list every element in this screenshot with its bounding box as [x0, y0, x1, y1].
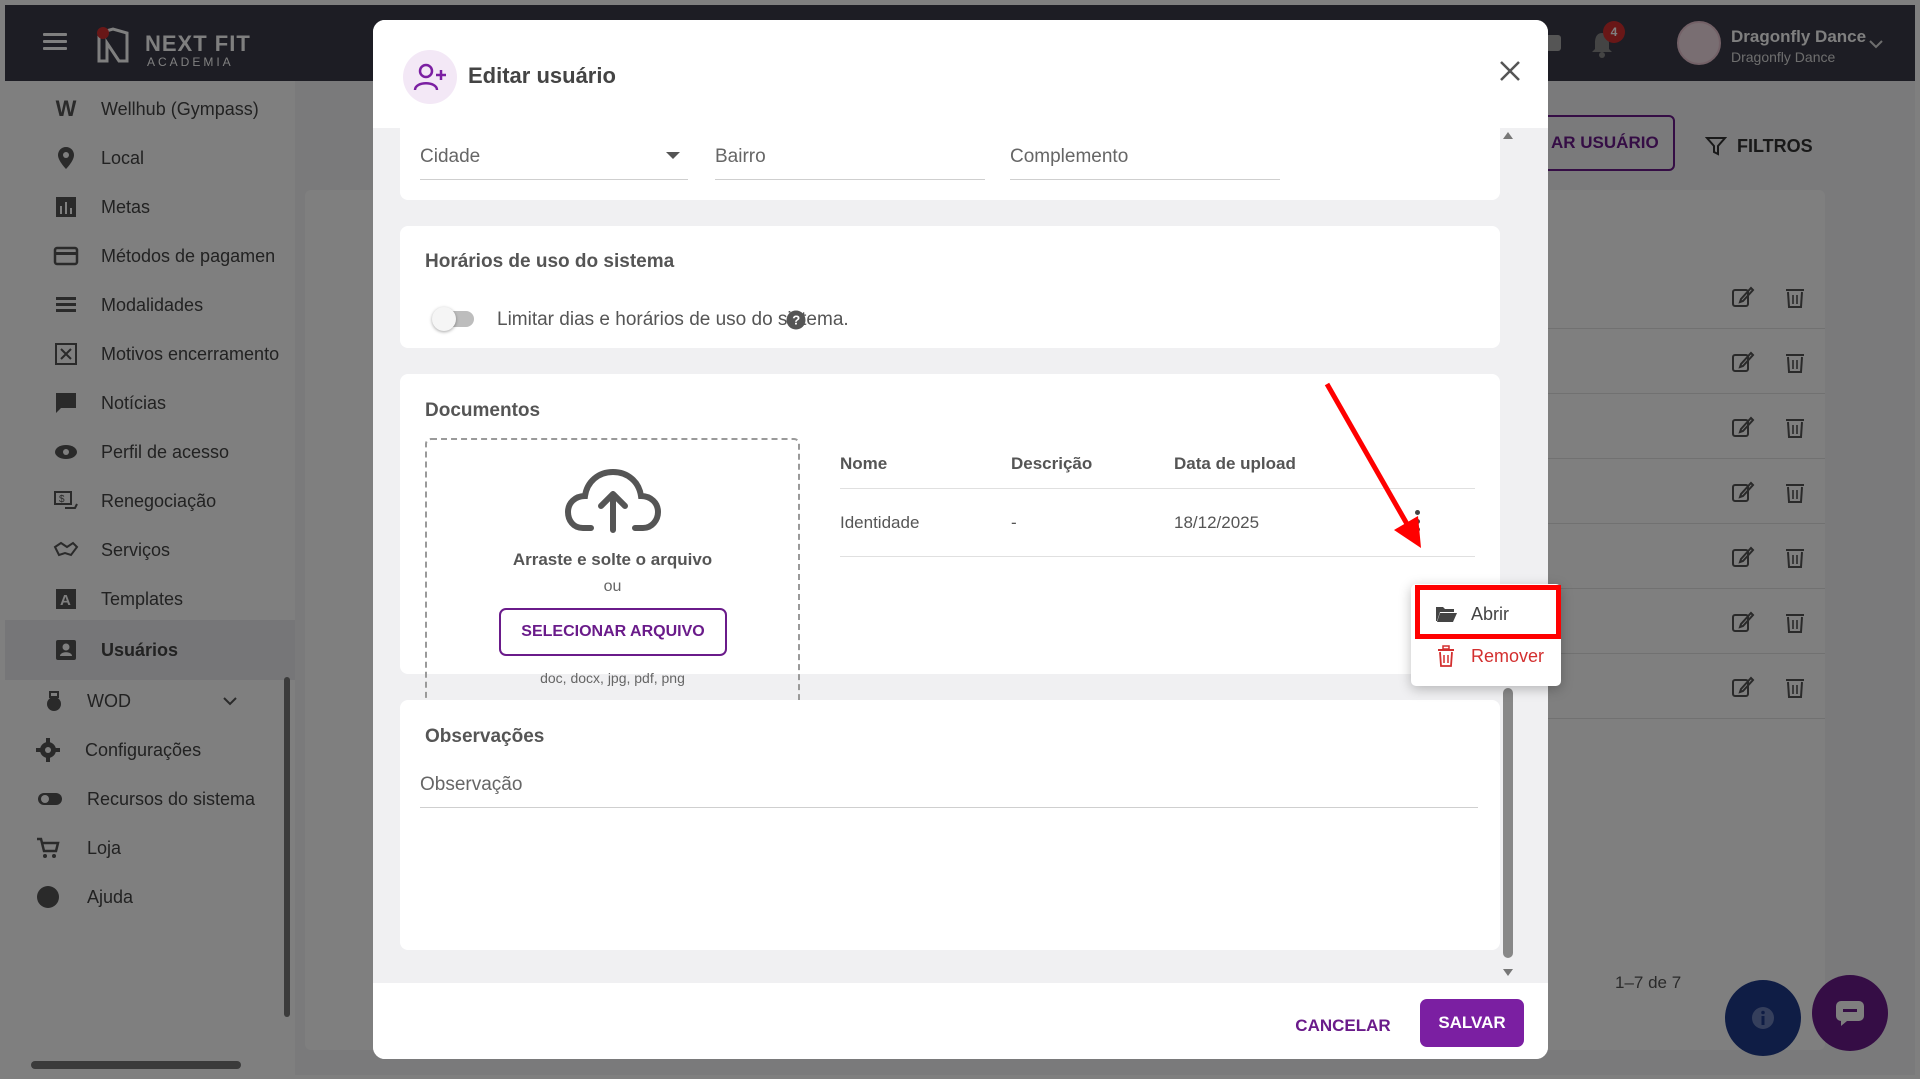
schedule-title: Horários de uso do sistema — [425, 251, 675, 272]
trash-icon — [1438, 645, 1454, 667]
observation-field[interactable]: Observação — [420, 762, 1478, 808]
open-label: Abrir — [1471, 603, 1510, 624]
help-icon[interactable]: ? — [786, 310, 806, 330]
column-header-upload-date: Data de upload — [1174, 454, 1296, 473]
menu-item-open[interactable]: Abrir — [1411, 592, 1561, 636]
neighborhood-field[interactable]: Bairro — [715, 134, 985, 180]
notes-title: Observações — [425, 726, 545, 747]
modal-header: Editar usuário — [373, 20, 1548, 128]
document-description: - — [1011, 513, 1017, 532]
city-label: Cidade — [420, 146, 481, 167]
add-user-icon — [403, 50, 457, 104]
header-divider — [840, 488, 1475, 489]
city-select[interactable]: Cidade — [420, 134, 688, 180]
close-icon[interactable] — [1493, 54, 1527, 88]
accepted-formats: doc, docx, jpg, pdf, png — [540, 670, 685, 686]
toggle-knob — [432, 307, 456, 331]
modal-title: Editar usuário — [468, 63, 616, 88]
folder-open-icon — [1436, 607, 1457, 622]
menu-item-remove[interactable]: Remover — [1411, 634, 1561, 678]
document-name: Identidade — [840, 513, 920, 532]
or-text: ou — [603, 578, 622, 595]
svg-text:?: ? — [792, 313, 800, 328]
modal-body[interactable]: Cidade Bairro Complemento Horários de us… — [373, 128, 1548, 983]
complement-field[interactable]: Complemento — [1010, 134, 1280, 180]
document-context-menu: Abrir Remover — [1411, 584, 1561, 686]
scroll-up-icon[interactable] — [1501, 128, 1515, 142]
documents-title: Documentos — [425, 400, 541, 421]
notes-section: Observações Observação — [400, 700, 1500, 950]
scroll-down-icon[interactable] — [1501, 966, 1515, 980]
column-header-name: Nome — [840, 454, 888, 473]
dropdown-arrow-icon — [666, 152, 680, 159]
edit-user-modal: Editar usuário Cidade Bairro Complemento… — [373, 20, 1548, 1059]
address-section: Cidade Bairro Complemento — [400, 128, 1500, 200]
observation-label: Observação — [420, 774, 523, 795]
select-file-button[interactable]: SELECIONAR ARQUIVO — [499, 608, 727, 656]
modal-footer: CANCELAR SALVAR — [373, 983, 1548, 1059]
document-upload-date: 18/12/2025 — [1174, 513, 1260, 532]
save-button[interactable]: SALVAR — [1420, 999, 1524, 1047]
row-divider — [840, 556, 1475, 557]
more-options-icon[interactable] — [1410, 506, 1424, 536]
remove-label: Remover — [1471, 645, 1545, 666]
drop-instructions: Arraste e solte o arquivo — [512, 550, 713, 569]
column-header-description: Descrição — [1011, 454, 1093, 473]
documents-section: Documentos Arraste e solte o arquivo ou … — [400, 374, 1500, 713]
schedule-section: Horários de uso do sistema Limitar dias … — [400, 226, 1500, 348]
neighborhood-label: Bairro — [715, 146, 766, 167]
cloud-upload-icon — [565, 468, 661, 533]
complement-label: Complemento — [1010, 146, 1129, 167]
limit-schedule-toggle[interactable] — [432, 307, 474, 331]
modal-scrollbar[interactable] — [1503, 688, 1513, 958]
cancel-button[interactable]: CANCELAR — [1278, 1003, 1408, 1049]
file-dropzone[interactable]: Arraste e solte o arquivo ou SELECIONAR … — [425, 438, 800, 713]
